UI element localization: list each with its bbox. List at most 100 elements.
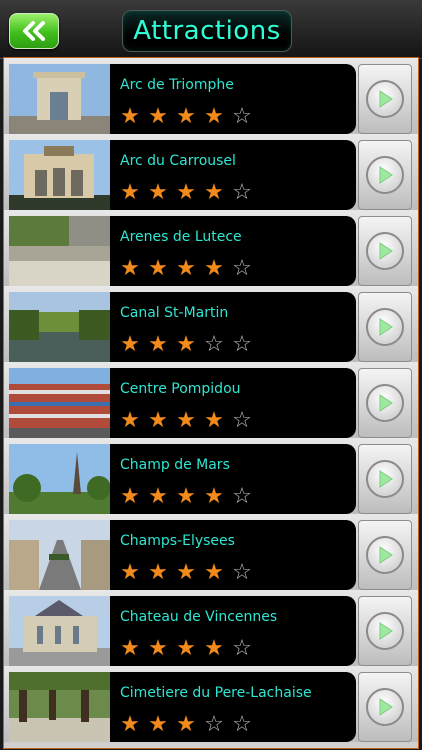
star-filled-icon: ★	[148, 104, 168, 129]
back-button[interactable]	[9, 13, 59, 49]
rating-stars: ★ ★ ★ ★ ☆	[116, 562, 256, 584]
list-item[interactable]: Champs-Elysees ★ ★ ★ ★ ☆	[4, 514, 418, 590]
play-arrow-icon	[379, 90, 393, 108]
attraction-name: Champs-Elysees	[120, 533, 235, 549]
star-filled-icon: ★	[148, 560, 168, 585]
attraction-photo	[9, 444, 110, 514]
open-detail-button[interactable]	[358, 216, 412, 286]
star-filled-icon: ★	[120, 560, 140, 585]
list-item[interactable]: Cimetiere du Pere-Lachaise ★ ★ ★ ☆ ☆	[4, 666, 418, 742]
attraction-photo	[9, 64, 110, 134]
open-detail-button[interactable]	[358, 596, 412, 666]
star-empty-icon: ☆	[232, 712, 252, 737]
star-empty-icon: ☆	[232, 484, 252, 509]
star-filled-icon: ★	[176, 256, 196, 281]
star-filled-icon: ★	[120, 712, 140, 737]
open-detail-button[interactable]	[358, 64, 412, 134]
star-filled-icon: ★	[120, 484, 140, 509]
play-arrow-icon	[379, 622, 393, 640]
open-detail-button[interactable]	[358, 292, 412, 362]
list-item[interactable]: Arc de Triomphe ★ ★ ★ ★ ☆	[4, 58, 418, 134]
attraction-info: Champ de Mars ★ ★ ★ ★ ☆	[110, 444, 356, 514]
go-circle	[366, 460, 404, 498]
open-detail-button[interactable]	[358, 140, 412, 210]
attraction-photo	[9, 292, 110, 362]
go-circle	[366, 612, 404, 650]
star-filled-icon: ★	[120, 408, 140, 433]
attraction-name: Arc du Carrousel	[120, 153, 236, 169]
attraction-info: Arenes de Lutece ★ ★ ★ ★ ☆	[110, 216, 356, 286]
attraction-photo	[9, 672, 110, 742]
rating-stars: ★ ★ ★ ★ ☆	[116, 106, 256, 128]
star-filled-icon: ★	[204, 636, 224, 661]
attraction-photo	[9, 520, 110, 590]
open-detail-button[interactable]	[358, 368, 412, 438]
star-filled-icon: ★	[120, 180, 140, 205]
star-filled-icon: ★	[120, 256, 140, 281]
star-filled-icon: ★	[204, 560, 224, 585]
star-filled-icon: ★	[176, 712, 196, 737]
list-item[interactable]: Chateau de Vincennes ★ ★ ★ ★ ☆	[4, 590, 418, 666]
play-arrow-icon	[379, 546, 393, 564]
attraction-info: Cimetiere du Pere-Lachaise ★ ★ ★ ☆ ☆	[110, 672, 356, 742]
star-empty-icon: ☆	[204, 332, 224, 357]
star-empty-icon: ☆	[232, 636, 252, 661]
list-item[interactable]: Centre Pompidou ★ ★ ★ ★ ☆	[4, 362, 418, 438]
list-item[interactable]: Arc du Carrousel ★ ★ ★ ★ ☆	[4, 134, 418, 210]
attraction-name: Arenes de Lutece	[120, 229, 242, 245]
star-filled-icon: ★	[204, 104, 224, 129]
go-circle	[366, 232, 404, 270]
attraction-info: Champs-Elysees ★ ★ ★ ★ ☆	[110, 520, 356, 590]
play-arrow-icon	[379, 242, 393, 260]
star-filled-icon: ★	[204, 256, 224, 281]
attraction-name: Champ de Mars	[120, 457, 230, 473]
rating-stars: ★ ★ ★ ★ ☆	[116, 638, 256, 660]
double-chevron-left-icon	[23, 21, 45, 41]
play-arrow-icon	[379, 318, 393, 336]
star-empty-icon: ☆	[232, 256, 252, 281]
star-empty-icon: ☆	[204, 712, 224, 737]
attraction-name: Cimetiere du Pere-Lachaise	[120, 685, 312, 701]
open-detail-button[interactable]	[358, 672, 412, 742]
star-filled-icon: ★	[176, 408, 196, 433]
rating-stars: ★ ★ ★ ☆ ☆	[116, 334, 256, 356]
rating-stars: ★ ★ ★ ★ ☆	[116, 486, 256, 508]
list-item[interactable]: Champ de Mars ★ ★ ★ ★ ☆	[4, 438, 418, 514]
attraction-info: Canal St-Martin ★ ★ ★ ☆ ☆	[110, 292, 356, 362]
open-detail-button[interactable]	[358, 444, 412, 514]
go-circle	[366, 156, 404, 194]
go-circle	[366, 308, 404, 346]
go-circle	[366, 536, 404, 574]
attractions-list: Arc de Triomphe ★ ★ ★ ★ ☆ Arc du Carrousel ★ ★ ★ ★…	[3, 57, 419, 749]
star-empty-icon: ☆	[232, 180, 252, 205]
star-filled-icon: ★	[204, 180, 224, 205]
go-circle	[366, 384, 404, 422]
app-header: Attractions	[0, 0, 422, 59]
star-filled-icon: ★	[204, 484, 224, 509]
star-filled-icon: ★	[148, 712, 168, 737]
star-filled-icon: ★	[176, 560, 196, 585]
star-filled-icon: ★	[148, 636, 168, 661]
list-item[interactable]: Arenes de Lutece ★ ★ ★ ★ ☆	[4, 210, 418, 286]
star-filled-icon: ★	[120, 636, 140, 661]
star-empty-icon: ☆	[232, 332, 252, 357]
play-arrow-icon	[379, 166, 393, 184]
star-filled-icon: ★	[176, 180, 196, 205]
attraction-photo	[9, 596, 110, 666]
attraction-name: Arc de Triomphe	[120, 77, 234, 93]
star-filled-icon: ★	[176, 636, 196, 661]
attraction-name: Canal St-Martin	[120, 305, 229, 321]
attraction-name: Chateau de Vincennes	[120, 609, 278, 625]
star-filled-icon: ★	[176, 332, 196, 357]
star-filled-icon: ★	[148, 408, 168, 433]
open-detail-button[interactable]	[358, 520, 412, 590]
star-empty-icon: ☆	[232, 104, 252, 129]
star-empty-icon: ☆	[232, 408, 252, 433]
star-filled-icon: ★	[148, 180, 168, 205]
list-item[interactable]: Canal St-Martin ★ ★ ★ ☆ ☆	[4, 286, 418, 362]
rating-stars: ★ ★ ★ ★ ☆	[116, 258, 256, 280]
star-filled-icon: ★	[120, 104, 140, 129]
star-filled-icon: ★	[148, 484, 168, 509]
star-filled-icon: ★	[176, 104, 196, 129]
attraction-photo	[9, 368, 110, 438]
